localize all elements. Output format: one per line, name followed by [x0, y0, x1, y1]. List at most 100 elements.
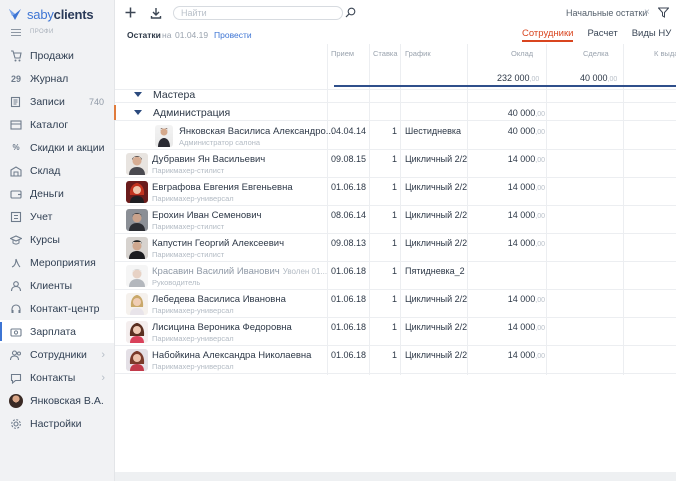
avatar	[126, 181, 148, 203]
group-row[interactable]: Мастера	[115, 86, 676, 103]
column-header-salary[interactable]: Оклад	[511, 49, 533, 58]
employee-rate: 1	[391, 182, 397, 192]
warehouse-icon	[9, 164, 23, 178]
sidebar-item-label: Контакт-центр	[30, 302, 100, 315]
top-toolbar: Начальные остатки ×	[115, 0, 676, 26]
column-header-hire[interactable]: Прием	[331, 49, 354, 58]
table-row[interactable]: Капустин Георгий Алексеевич Парикмахер-с…	[115, 234, 676, 262]
employee-name: Набойкина Александра Николаевна	[152, 350, 312, 361]
sidebar-item-salary[interactable]: Зарплата	[0, 320, 114, 343]
employee-salary: 14 000,00	[507, 350, 545, 360]
sidebar-item-events[interactable]: Мероприятия	[0, 251, 114, 274]
tab-tax-types[interactable]: Виды НУ	[632, 28, 672, 42]
avatar	[126, 209, 148, 231]
sidebar-item-label: Записи	[30, 95, 65, 108]
sidebar-item-journal[interactable]: 29 Журнал	[0, 67, 114, 90]
gear-icon	[9, 417, 23, 431]
sidebar-item-money[interactable]: Деньги	[0, 182, 114, 205]
employee-salary: 14 000,00	[507, 154, 545, 164]
avatar	[126, 265, 148, 287]
user-avatar	[9, 393, 23, 408]
sidebar-item-label: Учет	[30, 210, 53, 223]
sidebar-item-label: Склад	[30, 164, 61, 177]
group-marker	[114, 105, 116, 120]
tab-employees[interactable]: Сотрудники	[522, 28, 574, 42]
group-name: Администрация	[153, 107, 231, 119]
sidebar-item-label: Зарплата	[30, 325, 76, 338]
sidebar-item-catalog[interactable]: Каталог	[0, 113, 114, 136]
sidebar-item-settings[interactable]: Настройки	[0, 412, 114, 435]
table-row[interactable]: Ерохин Иван Семенович Парикмахер-стилист…	[115, 206, 676, 234]
download-button[interactable]	[147, 4, 164, 21]
sidebar-item-contact-center[interactable]: Контакт-центр	[0, 297, 114, 320]
graduation-cap-icon	[9, 233, 23, 247]
search-icon[interactable]	[345, 7, 356, 18]
sidebar-item-clients[interactable]: Клиенты	[0, 274, 114, 297]
chevron-right-icon[interactable]: ›	[101, 349, 105, 361]
column-header-schedule[interactable]: График	[405, 49, 431, 58]
balances-date[interactable]: 01.04.19	[175, 30, 208, 40]
employee-rate: 1	[391, 322, 397, 332]
group-salary-total: 40 000,00	[507, 108, 545, 118]
search-input[interactable]	[181, 7, 331, 19]
sidebar-item-label: Контакты	[30, 371, 76, 384]
table-row[interactable]: Евграфова Евгения Евгеньевна Парикмахер-…	[115, 178, 676, 206]
employee-salary: 14 000,00	[507, 182, 545, 192]
tab-calculation[interactable]: Расчет	[587, 28, 617, 42]
table-row[interactable]: Лебедева Василиса Ивановна Парикмахер-ун…	[115, 290, 676, 318]
employee-rate: 1	[391, 266, 397, 276]
employee-role: Парикмахер-стилист	[152, 250, 225, 259]
employee-rate: 1	[391, 210, 397, 220]
table-row[interactable]: Лисицина Вероника Федоровна Парикмахер-у…	[115, 318, 676, 346]
expand-triangle-icon[interactable]	[134, 110, 142, 115]
sidebar-item-label: Клиенты	[30, 279, 73, 292]
sidebar-item-records[interactable]: Записи 740	[0, 90, 114, 113]
sidebar-item-contacts[interactable]: Контакты ›	[0, 366, 114, 389]
table-row[interactable]: Янковская Василиса Александро... Админис…	[115, 122, 676, 150]
sidebar-item-accounting[interactable]: Учет	[0, 205, 114, 228]
employee-salary: 40 000,00	[507, 126, 545, 136]
employee-name: Красавин Василий Иванович Уволен 01...	[152, 266, 328, 277]
hamburger-icon[interactable]	[11, 29, 21, 36]
employee-role: Парикмахер-универсал	[152, 334, 234, 343]
sidebar-item-discounts[interactable]: % Скидки и акции	[0, 136, 114, 159]
employee-name: Лисицина Вероника Федоровна	[152, 322, 292, 333]
sidebar-item-label: Каталог	[30, 118, 69, 131]
add-button[interactable]	[122, 4, 139, 21]
group-row[interactable]: Администрация 40 000,00	[114, 104, 676, 121]
sidebar-item-courses[interactable]: Курсы	[0, 228, 114, 251]
hire-date: 01.06.18	[331, 266, 367, 276]
employee-schedule: Пятидневка_2	[405, 266, 465, 276]
sidebar-item-current-user[interactable]: Янковская В.А.	[0, 389, 114, 412]
column-header-payout[interactable]: К выда	[654, 49, 676, 58]
sidebar-item-warehouse[interactable]: Склад	[0, 159, 114, 182]
hire-date: 04.04.14	[331, 126, 367, 136]
table-row[interactable]: Набойкина Александра Николаевна Парикмах…	[115, 346, 676, 374]
employee-schedule: Цикличный 2/2	[405, 210, 468, 220]
initial-balances-filter[interactable]: Начальные остатки	[566, 8, 647, 18]
post-button[interactable]: Провести	[214, 30, 252, 40]
dismissed-label: Уволен 01...	[282, 267, 328, 276]
table-row[interactable]: Красавин Василий Иванович Уволен 01... Ру…	[115, 262, 676, 290]
expand-triangle-icon[interactable]	[134, 92, 142, 97]
column-header-deal[interactable]: Сделка	[583, 49, 609, 58]
sidebar: sabyclients ПРОФИ Продажи 29 Журнал Запи…	[0, 0, 115, 481]
filter-icon[interactable]	[658, 7, 669, 18]
employee-role: Парикмахер-стилист	[152, 222, 225, 231]
column-header-rate[interactable]: Ставка	[373, 49, 398, 58]
balances-bar: Остатки на 01.04.19 Провести Сотрудники …	[115, 26, 676, 44]
close-icon[interactable]: ×	[644, 7, 650, 18]
sidebar-item-label: Сотрудники	[30, 348, 87, 361]
chevron-right-icon[interactable]: ›	[101, 372, 105, 384]
app-logo[interactable]: sabyclients	[8, 6, 94, 22]
employee-rate: 1	[391, 154, 397, 164]
sidebar-item-employees[interactable]: Сотрудники ›	[0, 343, 114, 366]
wallet-icon	[9, 187, 23, 201]
employee-rate: 1	[391, 126, 397, 136]
table-row[interactable]: Дубравин Ян Васильевич Парикмахер-стилис…	[115, 150, 676, 178]
catalog-icon	[9, 118, 23, 132]
sidebar-item-sales[interactable]: Продажи	[0, 44, 114, 67]
employee-salary: 14 000,00	[507, 294, 545, 304]
sidebar-item-label: Янковская В.А.	[30, 394, 104, 407]
employee-salary: 14 000,00	[507, 238, 545, 248]
